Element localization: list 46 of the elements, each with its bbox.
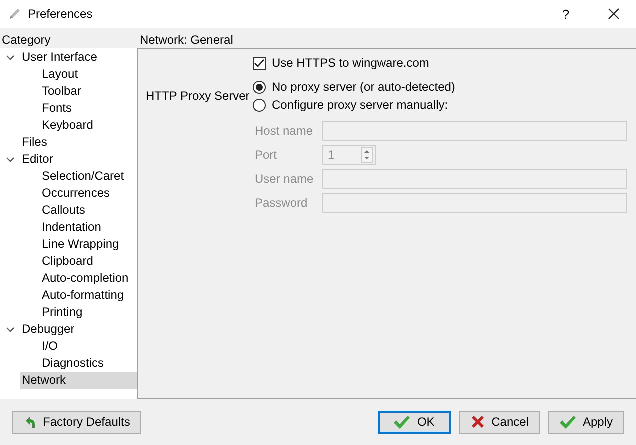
tree-item[interactable]: Keyboard — [40, 117, 96, 134]
cancel-button[interactable]: Cancel — [458, 410, 540, 434]
tree-item[interactable]: Auto-formatting — [40, 287, 126, 304]
panel-title: Network: General — [140, 32, 234, 46]
radio-button[interactable] — [253, 98, 266, 112]
checkbox-label: Use HTTPS to wingware.com — [272, 56, 430, 70]
field-label: Host name — [255, 124, 314, 138]
field-label: Port — [255, 148, 278, 162]
tree-item[interactable]: Files — [20, 134, 50, 151]
tree-item[interactable]: Clipboard — [40, 253, 96, 270]
tree-item[interactable]: Callouts — [40, 202, 88, 219]
tree-item[interactable]: Diagnostics — [40, 355, 106, 372]
help-button[interactable]: ? — [544, 0, 588, 28]
radio-label: No proxy server (or auto-detected) — [272, 80, 456, 94]
field-label: Password — [255, 196, 309, 210]
tree-item[interactable]: Debugger — [20, 321, 77, 338]
tree-item[interactable]: Fonts — [40, 100, 74, 117]
tree-item[interactable]: Indentation — [40, 219, 104, 236]
tree-item[interactable]: Toolbar — [40, 83, 84, 100]
window-title: Preferences — [28, 7, 93, 21]
tree-item[interactable]: I/O — [40, 338, 60, 355]
tree-item[interactable]: Printing — [40, 304, 85, 321]
pen-icon — [8, 7, 22, 21]
checkbox[interactable] — [253, 56, 266, 70]
checkmark-icon — [393, 414, 412, 430]
tree-item[interactable]: Auto-completion — [40, 270, 131, 287]
confirm-button[interactable]: OK — [378, 410, 451, 434]
tree-item[interactable]: Layout — [40, 66, 80, 83]
tree-item[interactable]: Selection/Caret — [40, 168, 126, 185]
column-header: Category — [2, 32, 51, 46]
tree-item[interactable]: Occurrences — [40, 185, 112, 202]
close-icon — [608, 8, 620, 20]
tree-item[interactable]: Editor — [20, 151, 56, 168]
tree-item[interactable]: User Interface — [20, 49, 100, 66]
tree-item[interactable]: Line Wrapping — [40, 236, 122, 253]
radio-label: Configure proxy server manually: — [272, 98, 448, 112]
proxy-label: HTTP Proxy Server — [145, 89, 251, 103]
field-label: User name — [255, 172, 315, 186]
confirm-button[interactable]: Apply — [548, 410, 624, 434]
factory-defaults-button[interactable]: Factory Defaults — [12, 410, 142, 434]
radio-button[interactable] — [253, 80, 266, 94]
tree-item[interactable]: Network — [20, 372, 137, 389]
checkmark-icon — [254, 58, 265, 68]
cross-icon — [470, 414, 486, 430]
spin-arrows-icon — [361, 147, 373, 163]
checkmark-icon — [558, 414, 577, 430]
